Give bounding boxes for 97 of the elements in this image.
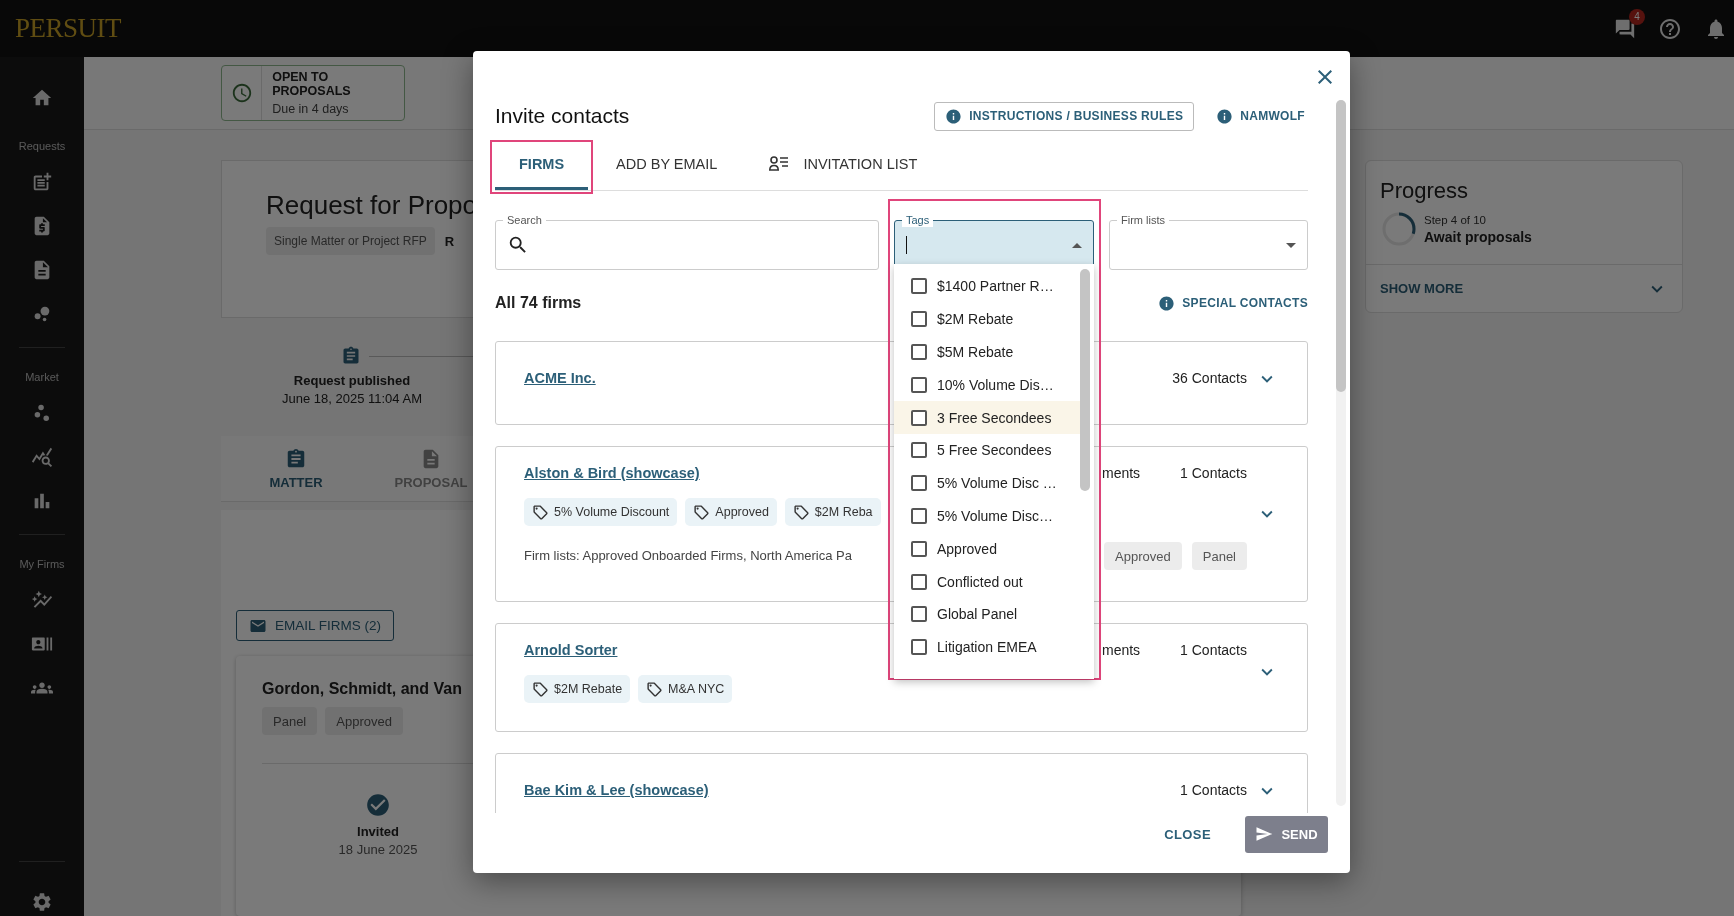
tag-chip: Approved xyxy=(685,498,777,526)
checkbox[interactable] xyxy=(911,311,927,328)
sidebar-section-label: Requests xyxy=(18,139,66,153)
tag-chip: M&A NYC xyxy=(638,675,733,703)
checkbox[interactable] xyxy=(911,442,927,459)
help-icon[interactable] xyxy=(1658,16,1682,41)
status-due: Due in 4 days xyxy=(272,102,350,116)
close-button[interactable]: CLOSE xyxy=(1158,825,1217,843)
tag-option[interactable]: $5M Rebate xyxy=(894,335,1080,369)
firm-link[interactable]: Arnold Sorter xyxy=(524,640,618,660)
tag-icon xyxy=(532,503,549,521)
tag-icon xyxy=(532,680,549,698)
sidebar-section-label: Market xyxy=(25,370,59,384)
firm-link[interactable]: Bae Kim & Lee (showcase) xyxy=(524,780,709,800)
firm-link[interactable]: Alston & Bird (showcase) xyxy=(524,463,700,483)
contacts-count: 1 Contacts xyxy=(1180,642,1247,658)
tag-icon xyxy=(646,680,664,698)
field-label: Tags xyxy=(902,213,934,227)
tag-option[interactable]: Approved xyxy=(894,532,1080,566)
firm-chip: Approved xyxy=(325,707,403,735)
tag-chip: 5% Volume Discount xyxy=(524,498,678,526)
dialog-tab[interactable]: FIRMS xyxy=(495,140,589,190)
search-field[interactable]: Search xyxy=(495,212,879,270)
info-icon xyxy=(945,107,963,125)
tag-option[interactable]: 3 Free Secondees xyxy=(894,401,1080,434)
chat-icon[interactable] xyxy=(1614,17,1636,40)
analytics-icon[interactable] xyxy=(31,446,53,468)
firm-lists-text: Firm lists: Approved Onboarded Firms, North America Pa xyxy=(524,547,853,565)
step-date: 18 June 2025 xyxy=(338,842,418,857)
scrollbar-thumb[interactable] xyxy=(1080,269,1090,491)
scrollbar-thumb[interactable] xyxy=(1336,100,1346,392)
tag-option[interactable]: 5% Volume Disc… xyxy=(894,499,1080,533)
tag-chip: $2M Reba xyxy=(784,498,881,526)
request-type-chip: Single Matter or Project RFP xyxy=(266,227,435,255)
dialog-title: Invite contacts xyxy=(495,104,630,128)
instructions-button[interactable]: INSTRUCTIONS / BUSINESS RULES xyxy=(934,101,1195,131)
firm-lists-field[interactable]: Firm lists xyxy=(1109,212,1308,270)
tag-option[interactable]: 5 Free Secondees xyxy=(894,434,1080,467)
clipboard-icon xyxy=(285,447,307,470)
info-icon xyxy=(1216,107,1234,125)
text-cursor xyxy=(906,236,907,254)
contacts-count: 36 Contacts xyxy=(1172,370,1247,386)
tag-option[interactable]: Conflicted out xyxy=(894,565,1080,598)
firm-name: Gordon, Schmidt, and Van xyxy=(262,679,462,699)
checkbox[interactable] xyxy=(911,278,927,295)
timeline-event: Request published xyxy=(293,373,411,388)
tags-field[interactable]: Tags xyxy=(894,212,1094,270)
progress-title: Progress xyxy=(1379,177,1470,204)
field-label: Search xyxy=(503,213,546,227)
list-chip: Approved xyxy=(1104,542,1182,570)
status-title: OPEN TO PROPOSALS xyxy=(272,70,352,98)
checkbox[interactable] xyxy=(911,540,927,557)
progress-step: Step 4 of 10 xyxy=(1424,213,1532,226)
field-label: Firm lists xyxy=(1117,213,1169,227)
checkbox[interactable] xyxy=(911,606,927,623)
dialog-tab[interactable]: ADD BY EMAIL xyxy=(592,140,742,190)
checkbox[interactable] xyxy=(911,475,927,492)
checkbox[interactable] xyxy=(911,376,927,393)
checkbox[interactable] xyxy=(911,344,927,360)
clock-icon xyxy=(230,82,253,104)
clipboard-icon xyxy=(341,346,361,366)
scrollbar[interactable] xyxy=(1336,100,1346,806)
contacts-count: 1 Contacts xyxy=(1180,782,1247,798)
tag-chip: $2M Rebate xyxy=(524,675,631,703)
firm-link[interactable]: ACME Inc. xyxy=(524,368,596,388)
tag-icon xyxy=(792,503,810,521)
checkbox[interactable] xyxy=(911,639,927,656)
message-count-badge: 4 xyxy=(1629,8,1645,25)
tag-option[interactable]: 5% Volume Disc … xyxy=(894,466,1080,500)
contacts-count: 1 Contacts xyxy=(1180,465,1247,481)
sidebar-section-label: My Firms xyxy=(19,557,65,571)
partial-text: ments xyxy=(1102,465,1141,481)
progress-stage: Await proposals xyxy=(1424,228,1532,245)
tag-option[interactable]: $1400 Partner R… xyxy=(894,270,1080,303)
firm-chip: Panel xyxy=(262,707,318,735)
tag-option[interactable]: $2M Rebate xyxy=(894,302,1080,336)
send-icon xyxy=(1255,825,1274,843)
add-document-icon[interactable] xyxy=(31,171,53,193)
info-icon xyxy=(1158,294,1176,312)
checkbox[interactable] xyxy=(911,507,927,524)
firm-count: All 74 firms xyxy=(495,294,582,312)
tag-icon xyxy=(693,503,711,521)
dialog-tab[interactable]: INVITATION LIST xyxy=(745,140,942,190)
partial-text: ments xyxy=(1102,642,1141,658)
caret-down-icon xyxy=(1286,242,1296,248)
checkbox[interactable] xyxy=(911,409,927,426)
tag-option[interactable]: Global Panel xyxy=(894,597,1080,631)
timeline-date: June 18, 2025 11:04 AM xyxy=(282,391,422,406)
caret-up-icon xyxy=(1072,242,1082,248)
tag-option[interactable]: 10% Volume Dis… xyxy=(894,368,1080,402)
request-label: R xyxy=(444,233,455,249)
settings-icon[interactable] xyxy=(31,891,53,913)
step-label: Invited xyxy=(357,824,399,839)
tag-option[interactable]: Litigation EMEA xyxy=(894,630,1080,664)
checkbox[interactable] xyxy=(911,573,927,590)
search-icon xyxy=(507,234,529,256)
list-chip: Panel xyxy=(1191,542,1247,570)
